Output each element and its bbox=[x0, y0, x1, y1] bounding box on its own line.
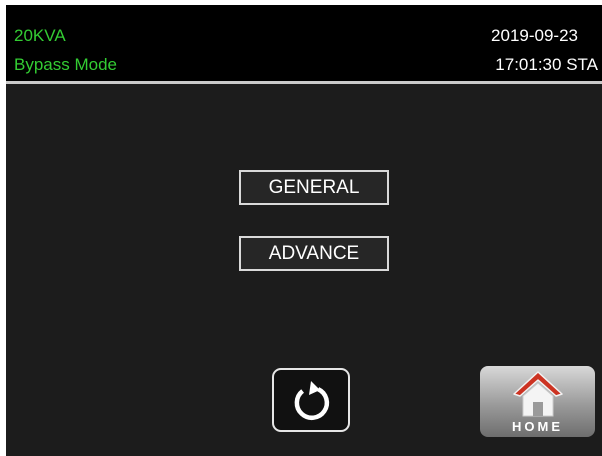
refresh-back-icon bbox=[294, 381, 330, 421]
status-bar: 20KVA Bypass Mode 2019-09-23 17:01:30 ST… bbox=[6, 5, 602, 84]
advance-button[interactable]: ADVANCE bbox=[239, 236, 389, 271]
time-display: 17:01:30 STA bbox=[495, 55, 598, 74]
model-rating: 20KVA bbox=[14, 26, 66, 45]
lcd-screen: 20KVA Bypass Mode 2019-09-23 17:01:30 ST… bbox=[6, 5, 602, 456]
date-display: 2019-09-23 bbox=[491, 26, 578, 45]
back-button[interactable] bbox=[272, 368, 350, 432]
status-divider bbox=[6, 81, 602, 84]
home-label: HOME bbox=[512, 419, 563, 434]
general-button[interactable]: GENERAL bbox=[239, 170, 389, 205]
home-button[interactable]: HOME bbox=[480, 366, 595, 437]
operating-mode: Bypass Mode bbox=[14, 55, 117, 74]
